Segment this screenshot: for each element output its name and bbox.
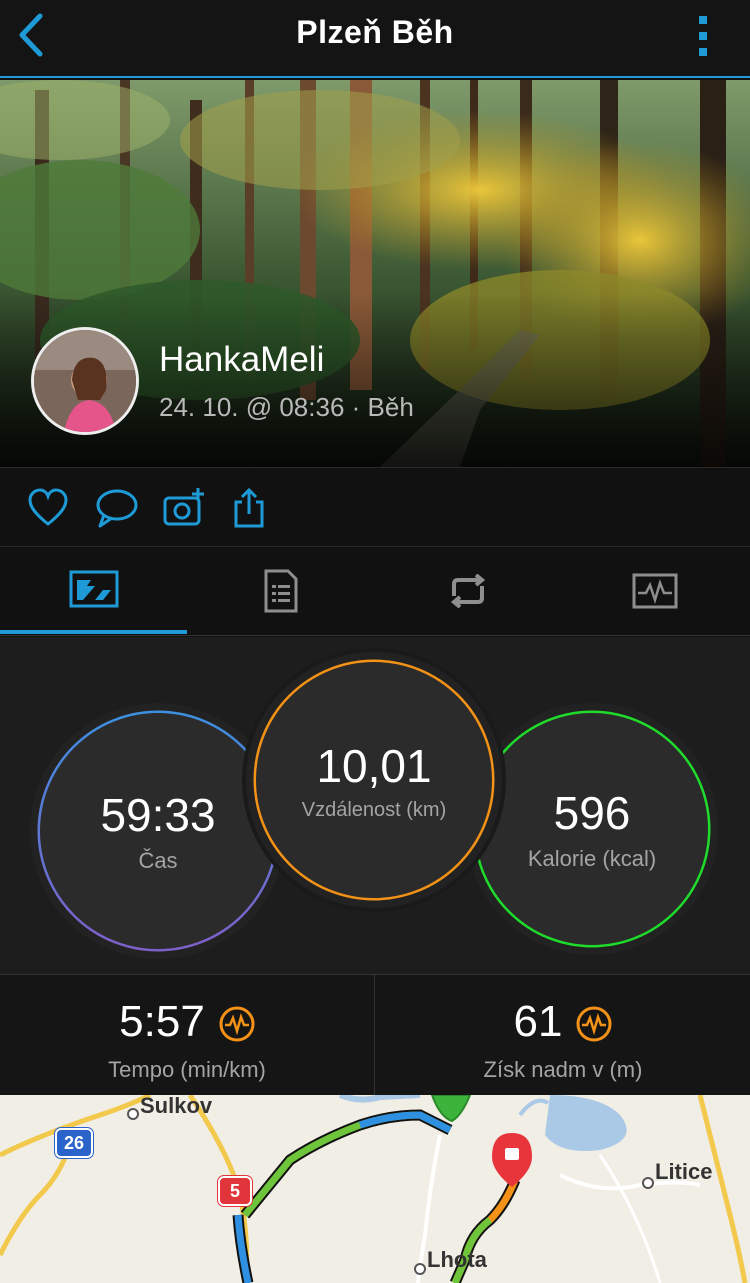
road-sign-26: 26	[55, 1128, 93, 1158]
user-name[interactable]: HankaMeli	[159, 340, 324, 380]
tab-details[interactable]	[187, 548, 374, 634]
distance-content: 10,01 Vzdálenost (km)	[256, 662, 492, 898]
add-photo-icon[interactable]	[162, 486, 206, 530]
heart-icon[interactable]	[26, 486, 70, 530]
elevation-performance-icon	[576, 1006, 612, 1042]
avatar-photo	[34, 330, 136, 432]
elevation-value: 61	[513, 997, 563, 1046]
calories-circle[interactable]: 596 Kalorie (kcal)	[466, 703, 718, 955]
laps-icon	[450, 574, 485, 608]
distance-label: Vzdálenost (km)	[301, 798, 447, 821]
tab-laps[interactable]	[374, 548, 561, 634]
tab-bar	[0, 548, 750, 636]
elevation-label: Získ nadm v (m)	[483, 1057, 643, 1082]
comment-icon[interactable]	[94, 486, 138, 530]
details-icon	[264, 569, 297, 613]
map-canvas	[0, 1095, 748, 1283]
pace-label: Tempo (min/km)	[108, 1057, 266, 1082]
road-sign-5: 5	[218, 1176, 252, 1206]
distance-circle[interactable]: 10,01 Vzdálenost (km)	[246, 652, 502, 908]
avatar[interactable]	[31, 327, 139, 435]
metrics-row: 5:57 Tempo (min/km) 61 Získ nadm v (m)	[0, 975, 750, 1095]
elevation-metric[interactable]: 61 Získ nadm v (m)	[376, 975, 750, 1095]
page-title: Plzeň Běh	[296, 14, 454, 50]
pace-value-row: 5:57	[0, 997, 374, 1047]
route-map[interactable]: Sulkov Litice Lhota 26 5	[0, 1095, 750, 1283]
charts-icon	[632, 573, 677, 609]
more-vertical-icon[interactable]	[696, 14, 710, 58]
distance-value: 10,01	[316, 739, 432, 792]
pace-metric[interactable]: 5:57 Tempo (min/km)	[0, 975, 374, 1095]
pace-value: 5:57	[119, 997, 205, 1046]
pace-performance-icon	[219, 1006, 255, 1042]
stats-panel: 59:33 Čas 596 Kalorie (kcal) 10,01 Vzdál…	[0, 637, 750, 975]
share-icon[interactable]	[228, 486, 272, 530]
map-label-lhota: Lhota	[427, 1247, 487, 1272]
activity-date: 24. 10. @ 08:36 · Běh	[159, 392, 414, 422]
metrics-divider	[374, 975, 375, 1095]
elevation-value-row: 61	[376, 997, 750, 1047]
activity-cover-photo[interactable]: HankaMeli 24. 10. @ 08:36 · Běh	[0, 80, 750, 467]
time-value: 59:33	[100, 789, 216, 841]
map-label-sulkov: Sulkov	[140, 1095, 213, 1118]
overview-icon	[69, 570, 118, 608]
tab-charts[interactable]	[561, 548, 748, 634]
calories-value: 596	[553, 787, 631, 839]
calories-content: 596 Kalorie (kcal)	[476, 713, 708, 945]
top-bar: Plzeň Běh	[0, 0, 750, 78]
map-label-litice: Litice	[655, 1159, 713, 1184]
action-bar	[0, 467, 750, 547]
tab-overview[interactable]	[0, 548, 187, 634]
time-content: 59:33 Čas	[40, 713, 276, 949]
time-label: Čas	[138, 848, 178, 873]
calories-label: Kalorie (kcal)	[527, 846, 657, 871]
